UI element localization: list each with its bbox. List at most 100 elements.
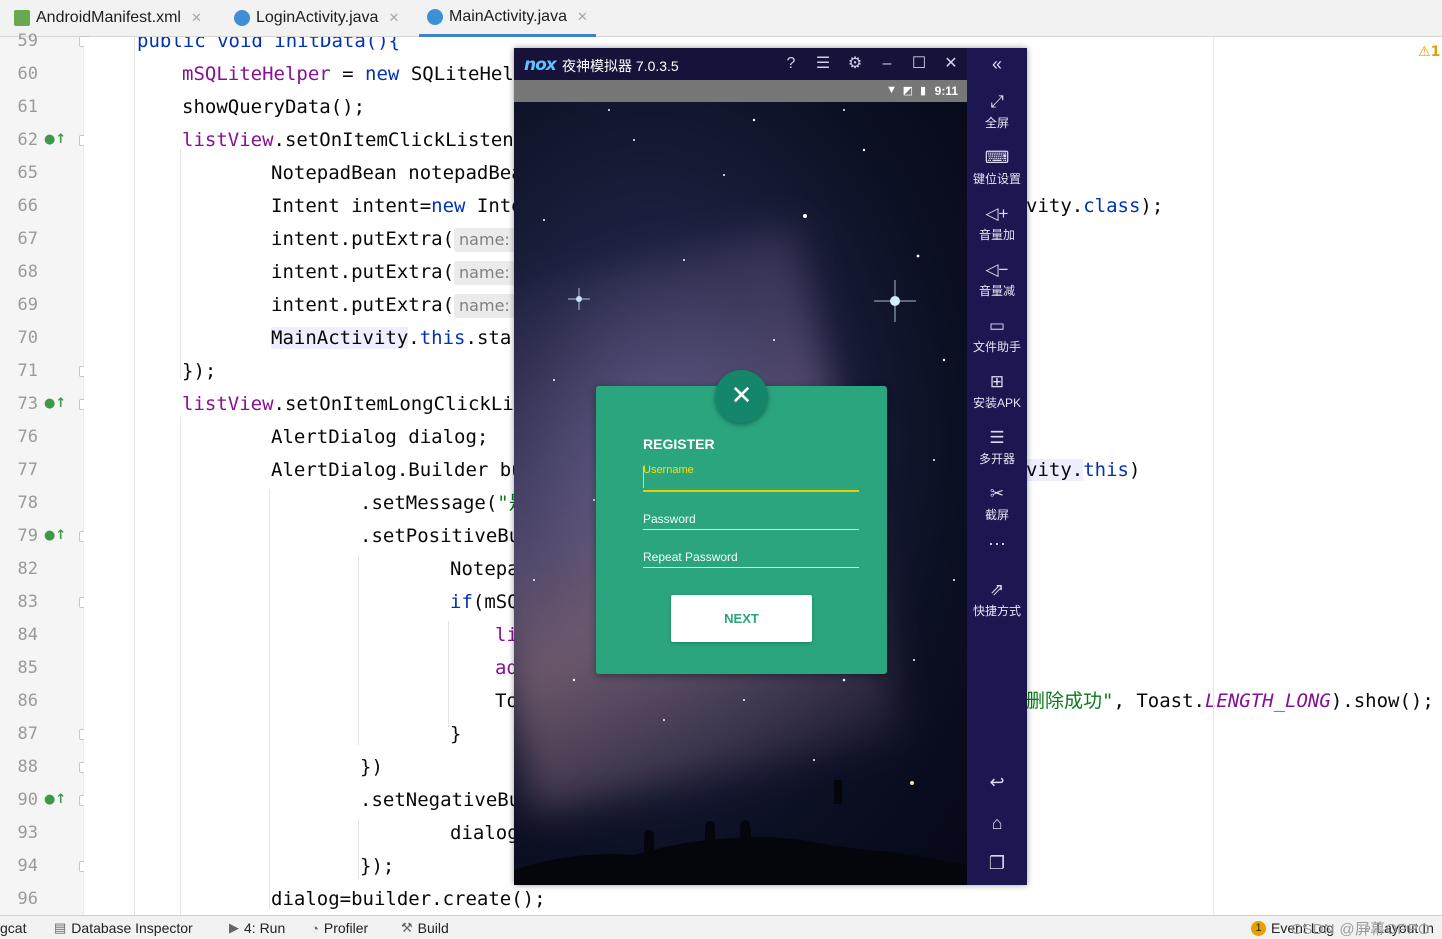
line-number: 70	[17, 328, 38, 348]
recents-icon[interactable]: ❐	[967, 853, 1027, 874]
code-line: listView.setOnItemClickListene	[182, 129, 526, 151]
line-number: 67	[17, 229, 38, 249]
right-margin-guide	[1213, 37, 1214, 915]
more-icon[interactable]: ⋯	[967, 534, 1027, 555]
settings-icon[interactable]: ⚙	[845, 54, 865, 74]
line-number: 84	[17, 625, 38, 645]
home-icon[interactable]: ⌂	[967, 813, 1027, 834]
android-screen[interactable]: ▼ ◩ ▮ 9:11 ✕ REGISTER Username Password …	[514, 80, 967, 885]
maximize-icon[interactable]: ☐	[909, 54, 929, 74]
close-icon[interactable]: ✕	[388, 10, 399, 26]
nox-logo: nox	[524, 55, 557, 75]
code-line: .setPositiveBu	[360, 525, 521, 547]
line-number: 68	[17, 262, 38, 282]
repeat-password-field[interactable]: Repeat Password	[643, 546, 859, 568]
sidebar-item-keymap[interactable]: ⌨ 键位设置	[967, 147, 1027, 187]
code-line: .setNegativeBu	[360, 789, 521, 811]
tab-login-activity[interactable]: LoginActivity.java ✕	[226, 0, 407, 36]
password-label: Password	[643, 512, 696, 526]
logcat-tab[interactable]: gcat	[0, 920, 26, 936]
database-inspector-tab[interactable]: ▤ Database Inspector	[54, 920, 193, 936]
line-number: 85	[17, 658, 38, 678]
warning-indicator[interactable]: ⚠1	[1418, 44, 1440, 60]
line-number: 61	[17, 97, 38, 117]
line-number: 77	[17, 460, 38, 480]
android-status-bar: ▼ ◩ ▮ 9:11	[514, 80, 967, 102]
file-helper-icon: ▭	[988, 316, 1006, 335]
line-number: 69	[17, 295, 38, 315]
code-line: .setMessage("是	[360, 492, 528, 514]
code-line: NotepadBean notepadBea	[271, 162, 523, 184]
close-button[interactable]: ✕	[715, 370, 768, 423]
sidebar-item-install-apk[interactable]: ⊞ 安装APK	[967, 371, 1027, 411]
sidebar-item-volume-down[interactable]: ◁− 音量减	[967, 259, 1027, 299]
code-line: intent.putExtra(name:	[271, 289, 515, 322]
indent-guide	[180, 149, 181, 379]
password-field[interactable]: Password	[643, 508, 859, 530]
override-marker-icon[interactable]: ●↑	[44, 396, 66, 412]
line-number: 65	[17, 163, 38, 183]
line-number: 88	[17, 757, 38, 777]
line-number: 62	[17, 130, 38, 150]
tab-label: LoginActivity.java	[256, 9, 379, 26]
emulator-title: 夜神模拟器 7.0.3.5	[562, 58, 679, 74]
next-button[interactable]: NEXT	[671, 595, 812, 642]
line-number: 82	[17, 559, 38, 579]
line-number: 71	[17, 361, 38, 381]
code-line: vity.this)	[1026, 459, 1141, 481]
code-line: vity.class);	[1026, 195, 1164, 217]
username-field[interactable]: Username	[643, 462, 859, 492]
wifi-icon: ▼	[886, 84, 897, 96]
line-number: 87	[17, 724, 38, 744]
code-line: AlertDialog dialog;	[271, 426, 489, 448]
sidebar-item-shortcut[interactable]: ⇗ 快捷方式	[967, 579, 1027, 619]
build-tab[interactable]: ⚒ Build	[401, 920, 449, 936]
collapse-sidebar-icon[interactable]: «	[967, 54, 1027, 75]
override-marker-icon[interactable]: ●↑	[44, 792, 66, 808]
mountain-silhouette	[514, 780, 967, 885]
line-number: 66	[17, 196, 38, 216]
nox-emulator-window: nox 夜神模拟器 7.0.3.5 ? ☰ ⚙ – ☐ ✕ ▼ ◩ ▮ 9:11…	[514, 48, 1027, 885]
code-line: AlertDialog.Builder bu	[271, 459, 523, 481]
fullscreen-icon: ⤢	[990, 92, 1004, 111]
register-card: ✕ REGISTER Username Password Repeat Pass…	[596, 370, 887, 674]
close-window-icon[interactable]: ✕	[941, 54, 961, 74]
menu-icon[interactable]: ☰	[813, 54, 833, 74]
indent-guide	[269, 489, 270, 909]
code-line: MainActivity.this.star	[271, 327, 523, 349]
code-line: dialog	[450, 822, 519, 844]
sidebar-item-volume-up[interactable]: ◁+ 音量加	[967, 203, 1027, 243]
sidebar-item-fullscreen[interactable]: ⤢ 全屏	[967, 91, 1027, 131]
multi-instance-icon: ☰	[989, 428, 1005, 447]
run-tab[interactable]: ▶ 4: Run	[229, 920, 285, 936]
override-marker-icon[interactable]: ●↑	[44, 528, 66, 544]
username-label: Username	[643, 464, 694, 476]
repeat-password-label: Repeat Password	[643, 550, 738, 564]
code-line: showQueryData();	[182, 96, 366, 118]
screenshot-icon: ✂	[989, 484, 1005, 503]
profiler-tab[interactable]: ◔ Profiler	[311, 920, 368, 936]
code-line: });	[360, 855, 395, 877]
minimize-icon[interactable]: –	[877, 54, 897, 74]
tab-main-activity[interactable]: MainActivity.java ✕	[419, 0, 596, 37]
override-marker-icon[interactable]: ●↑	[44, 132, 66, 148]
code-line: intent.putExtra(name:	[271, 256, 515, 289]
help-icon[interactable]: ?	[781, 54, 801, 74]
line-number: 96	[17, 889, 38, 909]
clock: 9:11	[934, 84, 958, 98]
manifest-icon	[14, 10, 30, 26]
code-line: Intent intent=new Inte	[271, 195, 523, 217]
tab-label: MainActivity.java	[449, 8, 567, 25]
code-line: Notepa	[450, 558, 519, 580]
shortcut-icon: ⇗	[989, 580, 1005, 599]
sidebar-item-multi-instance[interactable]: ☰ 多开器	[967, 427, 1027, 467]
close-icon[interactable]: ✕	[577, 9, 588, 25]
back-icon[interactable]: ↩	[967, 772, 1027, 793]
sidebar-item-file-helper[interactable]: ▭ 文件助手	[967, 315, 1027, 355]
emulator-title-bar[interactable]: nox 夜神模拟器 7.0.3.5 ? ☰ ⚙ – ☐ ✕	[514, 48, 967, 80]
emulator-sidebar: « ⤢ 全屏 ⌨ 键位设置 ◁+ 音量加 ◁− 音量减 ▭ 文件助手 ⊞ 安装APK ☰ 多开…	[967, 48, 1027, 885]
line-number: 59	[17, 31, 38, 51]
close-icon[interactable]: ✕	[191, 10, 202, 26]
database-icon: ▤	[54, 920, 67, 935]
sidebar-item-screenshot[interactable]: ✂ 截屏	[967, 483, 1027, 523]
